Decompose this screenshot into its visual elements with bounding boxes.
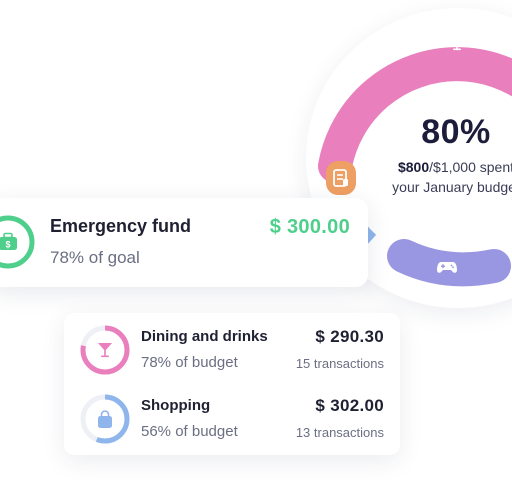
category-transactions: 15 transactions bbox=[295, 356, 384, 371]
category-progress-text: 78% of budget bbox=[141, 354, 238, 371]
budget-row-dining[interactable]: Dining and drinks 78% of budget $ 290.30… bbox=[64, 321, 400, 381]
budget-row-shopping[interactable]: Shopping 56% of budget $ 302.00 13 trans… bbox=[64, 390, 400, 450]
svg-text:$: $ bbox=[5, 240, 10, 250]
category-progress-text: 56% of budget bbox=[141, 423, 238, 440]
category-name: Dining and drinks bbox=[141, 328, 268, 345]
fund-progress-ring: $ bbox=[0, 215, 35, 269]
gauge-summary: $800/$1,000 spent your January budget bbox=[346, 157, 512, 197]
category-amount: $ 302.00 bbox=[315, 396, 384, 415]
fund-amount: $ 300.00 bbox=[269, 216, 350, 238]
budget-categories-card: Dining and drinks 78% of budget $ 290.30… bbox=[64, 313, 400, 455]
fund-progress-text: 78% of goal bbox=[50, 248, 140, 267]
category-transactions: 13 transactions bbox=[295, 425, 384, 440]
shopping-progress-ring bbox=[80, 394, 130, 444]
budget-overview: 80% $800/$1,000 spent your January budge… bbox=[0, 0, 512, 487]
category-name: Shopping bbox=[141, 397, 211, 414]
category-amount: $ 290.30 bbox=[315, 327, 384, 346]
emergency-fund-card[interactable]: $ Emergency fund 78% of goal $ 300.00 bbox=[0, 198, 368, 287]
gauge-period: your January budget bbox=[392, 179, 512, 195]
gauge-limit: /$1,000 spent bbox=[429, 159, 512, 175]
cocktail-icon bbox=[447, 33, 467, 53]
gauge-spent: $800 bbox=[397, 159, 430, 175]
gauge-percent: 80% bbox=[421, 113, 491, 151]
dining-progress-ring bbox=[80, 325, 130, 375]
gamepad-icon bbox=[436, 258, 458, 276]
bag-icon bbox=[98, 410, 112, 428]
gauge-center: 80% $800/$1,000 spent your January budge… bbox=[346, 113, 512, 197]
fund-title: Emergency fund bbox=[50, 216, 192, 236]
cocktail-icon bbox=[98, 343, 112, 358]
briefcase-money-icon: $ bbox=[0, 232, 17, 250]
